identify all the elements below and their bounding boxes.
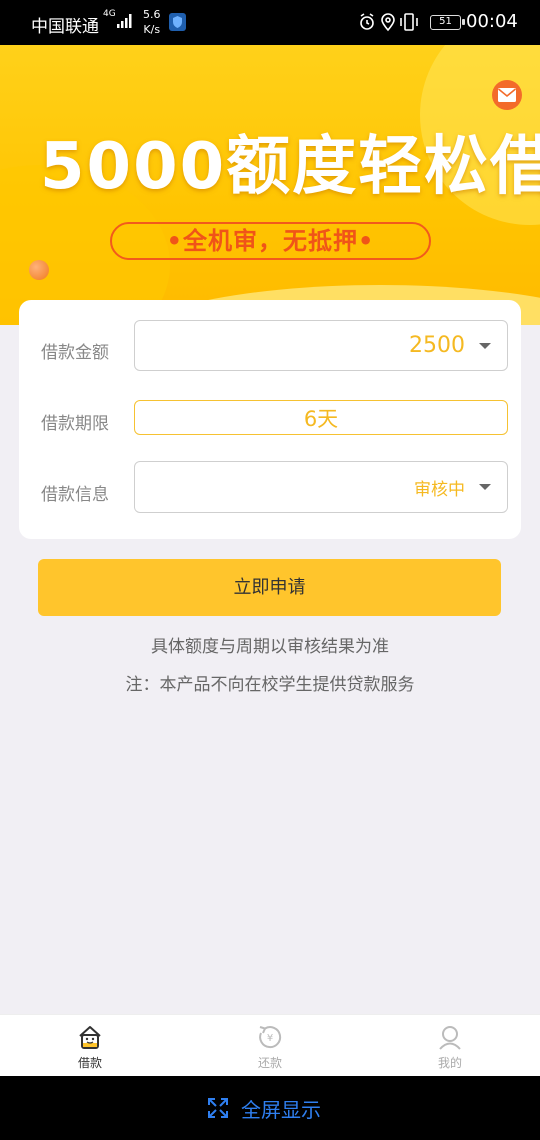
alarm-icon bbox=[360, 13, 374, 30]
bottom-tab-bar: 借款 ¥ 还款 我的 bbox=[0, 1014, 540, 1076]
amount-label: 借款金额 bbox=[41, 343, 109, 363]
info-label: 借款信息 bbox=[41, 485, 109, 505]
amount-select[interactable]: 2500 bbox=[134, 320, 508, 371]
fullscreen-button[interactable]: 全屏显示 bbox=[207, 1094, 321, 1122]
location-icon bbox=[381, 13, 395, 32]
user-icon bbox=[439, 1026, 461, 1050]
network-type: 4G bbox=[103, 9, 116, 19]
disclaimer-text: 注：本产品不向在校学生提供贷款服务 bbox=[125, 675, 415, 695]
term-field[interactable]: 6天 bbox=[134, 400, 508, 435]
network-speed: 5.6 K/s bbox=[143, 7, 161, 37]
decorative-ball bbox=[29, 260, 49, 280]
expand-icon bbox=[208, 1098, 228, 1118]
repay-icon: ¥ bbox=[259, 1026, 282, 1049]
term-label: 借款期限 bbox=[41, 414, 109, 434]
battery-indicator: 51 bbox=[430, 15, 465, 30]
term-value: 6天 bbox=[303, 406, 339, 431]
svg-text:¥: ¥ bbox=[267, 1033, 273, 1044]
tab-repay[interactable]: ¥ 还款 bbox=[180, 1015, 360, 1077]
promo-banner: 5000额度轻松借 •全机审，无抵押• bbox=[0, 45, 540, 325]
status-icons bbox=[360, 13, 418, 32]
chevron-down-icon bbox=[479, 484, 491, 490]
fullscreen-label: 全屏显示 bbox=[241, 1097, 321, 1122]
vibrate-icon bbox=[400, 13, 418, 31]
notice-text: 具体额度与周期以审核结果为准 bbox=[151, 637, 389, 657]
info-select[interactable]: 审核中 bbox=[134, 461, 508, 513]
loan-form-card: 借款金额 2500 借款期限 6天 借款信息 审核中 bbox=[19, 300, 521, 539]
chevron-down-icon bbox=[479, 342, 491, 349]
tab-borrow[interactable]: 借款 bbox=[0, 1015, 180, 1077]
apply-button[interactable]: 立即申请 bbox=[38, 559, 501, 616]
info-value: 审核中 bbox=[414, 479, 465, 500]
tab-mine[interactable]: 我的 bbox=[360, 1015, 540, 1077]
status-bar: 中国联通 4G 5.6 K/s 51 00:04 bbox=[0, 0, 540, 45]
shield-icon bbox=[169, 13, 186, 31]
tab-label: 我的 bbox=[437, 1056, 462, 1070]
envelope-icon bbox=[497, 88, 517, 102]
banner-headline: 5000额度轻松借 bbox=[40, 130, 540, 204]
clock: 00:04 bbox=[466, 11, 518, 32]
speed-unit: K/s bbox=[143, 23, 161, 36]
carrier-name: 中国联通 bbox=[31, 17, 99, 37]
home-icon bbox=[79, 1026, 101, 1049]
tab-label: 借款 bbox=[77, 1056, 102, 1070]
mail-icon[interactable] bbox=[492, 80, 522, 110]
tab-label: 还款 bbox=[257, 1056, 282, 1070]
amount-value: 2500 bbox=[409, 333, 465, 358]
speed-value: 5.6 bbox=[143, 8, 161, 21]
banner-slogan: •全机审，无抵押• bbox=[110, 222, 431, 260]
signal-icon bbox=[117, 14, 132, 28]
system-bottom-bar: 全屏显示 bbox=[0, 1076, 540, 1140]
